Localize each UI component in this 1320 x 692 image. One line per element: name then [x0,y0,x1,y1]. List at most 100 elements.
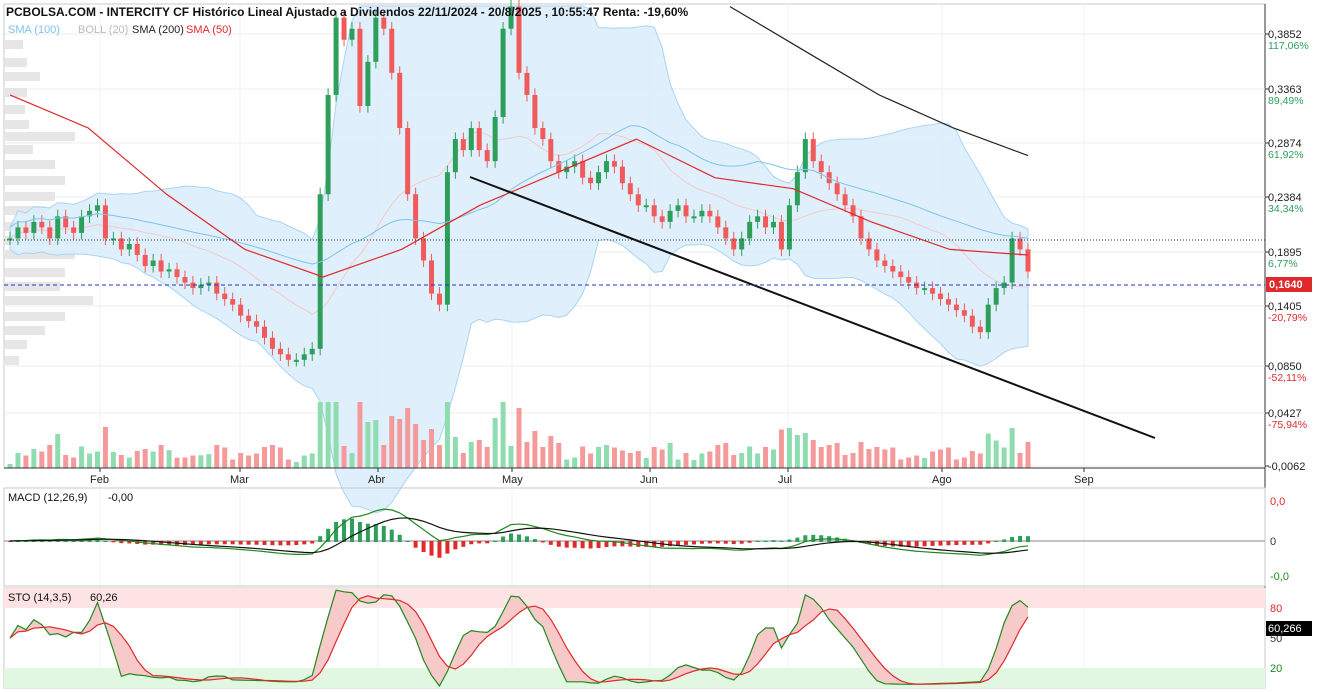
volume-profile-bar [5,356,19,365]
volume-bar [755,453,761,468]
volume-profile-bar [5,132,75,141]
volume-profile-bar [5,296,93,305]
candle-body [460,139,466,151]
volume-bar [31,449,37,468]
volume-bar [930,451,936,468]
volume-bar [945,447,951,468]
candle-body [993,288,999,305]
volume-bar [596,447,602,468]
candle-body [166,269,172,272]
candle-body [309,348,315,355]
candle-body [651,205,657,217]
candle-body [771,221,776,228]
candle-body [532,94,538,129]
volume-bar [834,443,840,468]
volume-bar [126,457,132,468]
volume-bar [468,442,474,468]
volume-bar [71,457,77,468]
candle-body [977,326,983,333]
volume-bar [301,455,307,468]
volume-bar [7,464,13,468]
percent-tick-label: 34,34% [1268,203,1304,215]
macd-hist-bar [517,534,521,542]
macd-hist-bar [246,541,251,545]
candle-body [715,216,721,228]
volume-bar [1025,442,1031,468]
volume-bar [993,440,999,468]
volume-bar [436,445,442,468]
sto-title: STO (14,3,5) [8,592,71,604]
candle-body [556,161,562,173]
volume-bar [635,451,641,468]
volume-bar [150,451,156,468]
volume-bar [63,455,69,468]
volume-bar [548,436,554,468]
macd-hist-bar [938,541,943,546]
macd-hist-bar [699,541,704,544]
macd-hist-bar [771,540,776,542]
volume-bar [500,402,506,468]
candle-body [874,249,880,261]
candle-body [285,354,291,360]
candle-body [349,28,355,40]
percent-tick-label: -52,11% [1268,372,1306,384]
candle-body [293,359,299,362]
volume-bar [39,451,45,468]
chart-title: PCBOLSA.COM - INTERCITY CF Histórico Lin… [6,5,689,19]
candle-body [930,288,936,294]
candle-body [47,227,53,239]
candle-body [174,269,180,278]
volume-bar [198,455,204,468]
candle-body [23,227,29,233]
volume-bar [405,408,411,468]
volume-bar [373,420,379,468]
volume-bar [87,453,93,468]
macd-hist-bar [731,541,736,545]
macd-hist-bar [119,541,124,544]
volume-bar [985,433,991,468]
volume-bar [898,459,904,468]
volume-bar [94,451,100,468]
candle-body [938,293,944,300]
volume-bar [786,428,792,468]
candle-body [214,282,220,294]
volume-bar [842,455,848,468]
candle-body [452,139,458,173]
volume-bar [158,445,164,468]
candle-body [985,304,991,333]
volume-bar [667,443,673,468]
candle-body [540,128,546,140]
volume-bar [421,440,427,468]
volume-bar [763,447,769,468]
volume-profile-bar [5,40,23,49]
candle-body [206,282,212,285]
macd-hist-bar [103,540,108,542]
candle-body [667,210,673,222]
sto-oversold-zone [4,668,1265,688]
candle-body [580,161,586,178]
volume-bar [580,446,586,468]
price-tick-label: -0,0062 [1268,461,1305,473]
macd-hist-bar [715,541,720,544]
volume-bar [532,431,538,468]
month-label: Abr [368,474,385,486]
macd-hist-bar [636,541,641,547]
volume-bar [134,451,140,468]
volume-bar [389,416,395,468]
macd-hist-bar [540,541,545,543]
candle-body [301,354,307,360]
volume-bar [874,447,880,468]
volume-profile-bar [5,176,65,185]
macd-hist-bar [477,541,482,544]
percent-tick-label: 61,92% [1268,149,1304,161]
candle-body [834,183,840,195]
macd-hist-bar [286,541,291,546]
volume-bar [603,445,609,468]
volume-bar [914,455,920,468]
macd-hist-bar [970,541,975,545]
volume-profile-bar [5,72,40,81]
volume-profile-bar [5,326,45,335]
candle-body [126,243,132,250]
volume-bar [254,453,260,468]
candle-body [341,17,347,40]
